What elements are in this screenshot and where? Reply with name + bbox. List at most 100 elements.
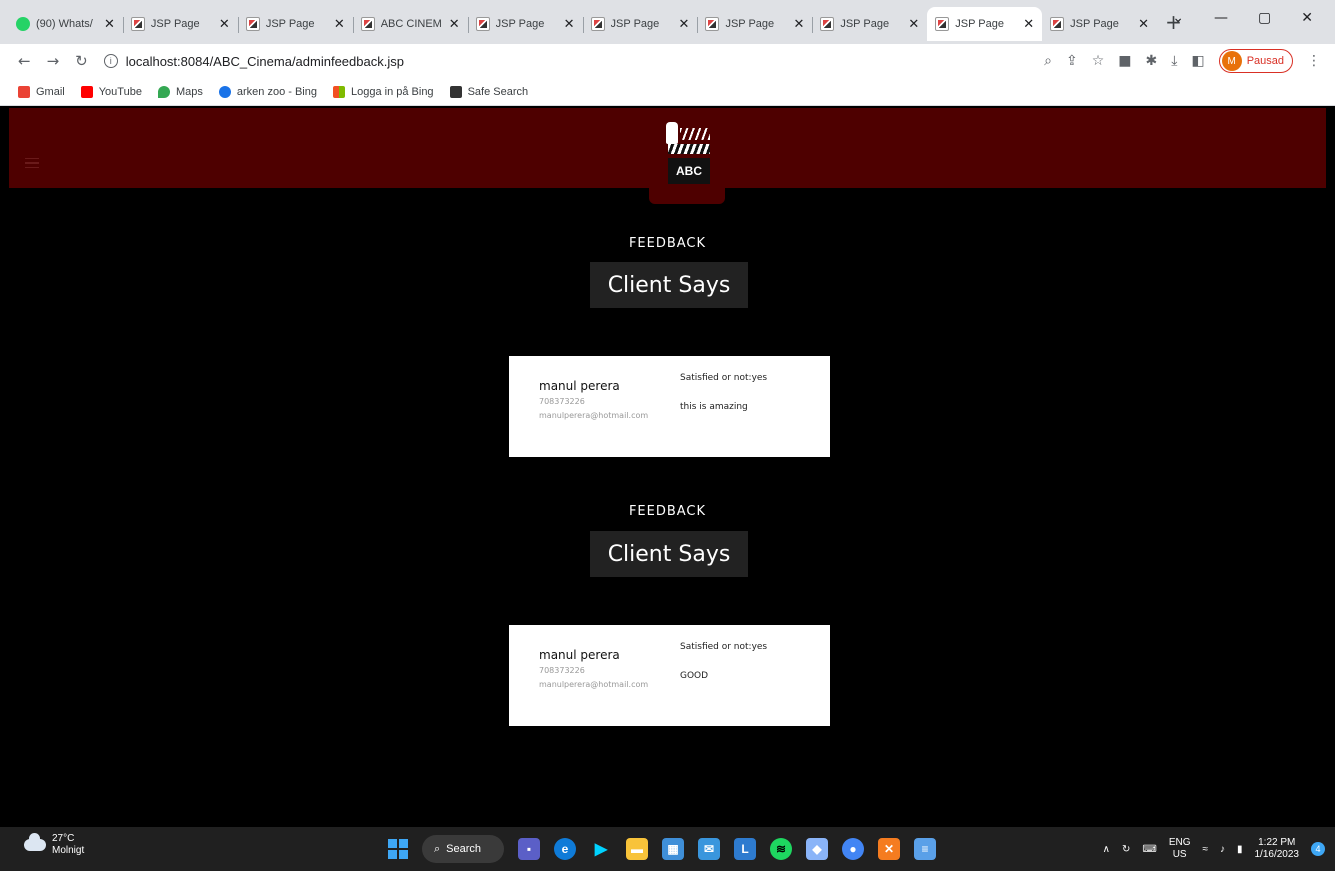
tab-close-icon[interactable]: ✕ — [564, 16, 575, 32]
tab-title: JSP Page — [1070, 18, 1119, 30]
share-icon[interactable]: ⇪ — [1066, 53, 1078, 69]
virtualbox-icon[interactable]: ◆ — [806, 838, 828, 860]
download-icon[interactable]: ⤓ — [1171, 53, 1177, 69]
notification-badge[interactable]: 4 — [1311, 842, 1325, 856]
tab-close-icon[interactable]: ✕ — [1023, 16, 1034, 32]
menu-kebab-icon[interactable]: ⋮ — [1307, 53, 1321, 69]
maps-pin-icon — [157, 85, 170, 98]
page-icon — [475, 17, 490, 31]
profile-button[interactable]: M Pausad — [1218, 49, 1293, 73]
feedback-card: manul perera 708373226 manulperera@hotma… — [509, 356, 830, 457]
edge-icon[interactable]: e — [554, 838, 576, 860]
client-email: manulperera@hotmail.com — [539, 411, 649, 420]
page-icon — [590, 17, 605, 31]
tab-close-icon[interactable]: ✕ — [334, 16, 345, 32]
network-sync-icon[interactable]: ↻ — [1122, 844, 1130, 855]
file-explorer-icon[interactable]: ▬ — [626, 838, 648, 860]
tab-close-icon[interactable]: ✕ — [449, 16, 460, 32]
tab-jsp-page[interactable]: JSP Page ✕ — [697, 7, 812, 41]
page-icon — [705, 17, 720, 31]
mail-icon[interactable]: ✉ — [698, 838, 720, 860]
tab-close-icon[interactable]: ✕ — [679, 16, 690, 32]
clock[interactable]: 1:22 PM 1/16/2023 — [1255, 837, 1300, 861]
profile-label: Pausad — [1246, 55, 1284, 67]
bookmark-maps[interactable]: Maps — [157, 85, 203, 98]
tab-search-icon[interactable]: ⌄ — [1172, 10, 1184, 26]
minimize-icon[interactable]: — — [1214, 10, 1228, 26]
lang-bottom: US — [1172, 849, 1187, 860]
side-panel-icon[interactable]: ◧ — [1191, 53, 1204, 69]
bookmark-gmail[interactable]: Gmail — [18, 85, 65, 98]
notepad-icon[interactable]: ≡ — [914, 838, 936, 860]
tab-jsp-page[interactable]: JSP Page ✕ — [122, 7, 238, 41]
bookmark-bing-login[interactable]: Logga in på Bing — [332, 85, 434, 98]
tab-close-icon[interactable]: ✕ — [104, 16, 115, 32]
feedback-message: GOOD — [680, 671, 709, 681]
system-tray: ∧ ↻ ⌨ ENG US ≈ ♪ ▮ 1:22 PM 1/16/2023 4 — [1103, 831, 1325, 867]
weather-desc: Molnigt — [52, 845, 85, 856]
play-store-icon[interactable]: ▶ — [590, 838, 612, 860]
tab-title: JSP Page — [610, 18, 660, 30]
bookmark-arken-zoo[interactable]: arken zoo - Bing — [218, 85, 317, 98]
bookmark-youtube[interactable]: YouTube — [80, 85, 142, 98]
reload-icon[interactable]: ↻ — [75, 52, 88, 70]
weather-widget[interactable]: 27°C Molnigt — [24, 833, 84, 857]
safe-search-icon — [449, 85, 462, 98]
info-icon[interactable]: i — [103, 54, 118, 68]
extension-icon[interactable]: ■ — [1118, 53, 1131, 69]
search-icon: ⌕ — [434, 842, 441, 855]
toolbar-right-controls: ⌕ ⇪ ☆ ■ ✱ ⤓ ◧ M Pausad ⋮ — [1044, 44, 1321, 78]
tab-jsp-page[interactable]: JSP Page ✕ — [812, 7, 927, 41]
url-text: localhost:8084/ABC_Cinema/adminfeedback.… — [125, 53, 404, 69]
wifi-icon[interactable]: ≈ — [1202, 844, 1208, 855]
tab-jsp-page-active[interactable]: JSP Page ✕ — [927, 7, 1043, 41]
tab-title: JSP Page — [265, 18, 315, 30]
zoom-icon[interactable]: ⌕ — [1044, 53, 1052, 69]
back-arrow-icon[interactable]: ← — [18, 52, 31, 70]
tab-close-icon[interactable]: ✕ — [1138, 16, 1149, 32]
spotify-icon[interactable]: ≋ — [770, 838, 792, 860]
feedback-card: manul perera 708373226 manulperera@hotma… — [509, 625, 830, 726]
puzzle-extensions-icon[interactable]: ✱ — [1146, 53, 1158, 69]
keyboard-icon[interactable]: ⌨ — [1142, 844, 1156, 855]
address-bar[interactable]: i localhost:8084/ABC_Cinema/adminfeedbac… — [103, 47, 404, 75]
language-indicator[interactable]: ENG US — [1169, 837, 1191, 861]
client-phone: 708373226 — [539, 666, 585, 675]
tab-close-icon[interactable]: ✕ — [793, 16, 804, 32]
tab-jsp-page[interactable]: JSP Page ✕ — [467, 7, 583, 41]
chrome-icon[interactable]: ● — [842, 838, 864, 860]
tab-jsp-page[interactable]: JSP Page ✕ — [582, 7, 698, 41]
tab-title: JSP Page — [495, 18, 545, 30]
store-icon[interactable]: ▦ — [662, 838, 684, 860]
hamburger-menu-icon[interactable] — [25, 158, 39, 168]
clock-time: 1:22 PM — [1258, 837, 1296, 848]
tab-jsp-page[interactable]: JSP Page ✕ — [1042, 7, 1157, 41]
forward-arrow-icon[interactable]: → — [47, 52, 60, 70]
bookmark-star-icon[interactable]: ☆ — [1092, 53, 1105, 69]
battery-icon[interactable]: ▮ — [1237, 844, 1243, 855]
tab-close-icon[interactable]: ✕ — [219, 16, 230, 32]
tray-overflow-icon[interactable]: ∧ — [1103, 844, 1110, 855]
tab-jsp-page[interactable]: JSP Page ✕ — [237, 7, 353, 41]
client-name: manul perera — [539, 648, 620, 662]
logo-container[interactable]: ABC — [649, 108, 725, 204]
tab-close-icon[interactable]: ✕ — [908, 16, 919, 32]
l-app-icon[interactable]: L — [734, 838, 756, 860]
bookmark-label: Safe Search — [467, 85, 529, 98]
section-title: Client Says — [590, 262, 748, 308]
whatsapp-icon — [16, 17, 30, 31]
close-window-icon[interactable]: ✕ — [1301, 10, 1313, 26]
taskbar-search[interactable]: ⌕ Search — [422, 835, 504, 863]
teams-icon[interactable]: ▪ — [518, 838, 540, 860]
volume-icon[interactable]: ♪ — [1220, 844, 1225, 855]
xampp-icon[interactable]: ✕ — [878, 838, 900, 860]
bookmark-safe-search[interactable]: Safe Search — [449, 85, 529, 98]
windows-start-icon[interactable] — [388, 839, 408, 859]
bookmark-label: YouTube — [98, 85, 142, 98]
bookmark-label: Maps — [175, 85, 203, 98]
bookmarks-bar: Gmail YouTube Maps arken zoo - Bing Logg… — [0, 78, 1335, 106]
tab-abc-cinema[interactable]: ABC CINEM ✕ — [352, 7, 468, 41]
restore-icon[interactable]: ▢ — [1258, 10, 1271, 26]
tab-whatsapp[interactable]: (90) Whats/ ✕ — [8, 7, 123, 41]
windows-taskbar: 27°C Molnigt ⌕ Search ▪ e ▶ ▬ ▦ ✉ L ≋ ◆ … — [0, 827, 1335, 871]
